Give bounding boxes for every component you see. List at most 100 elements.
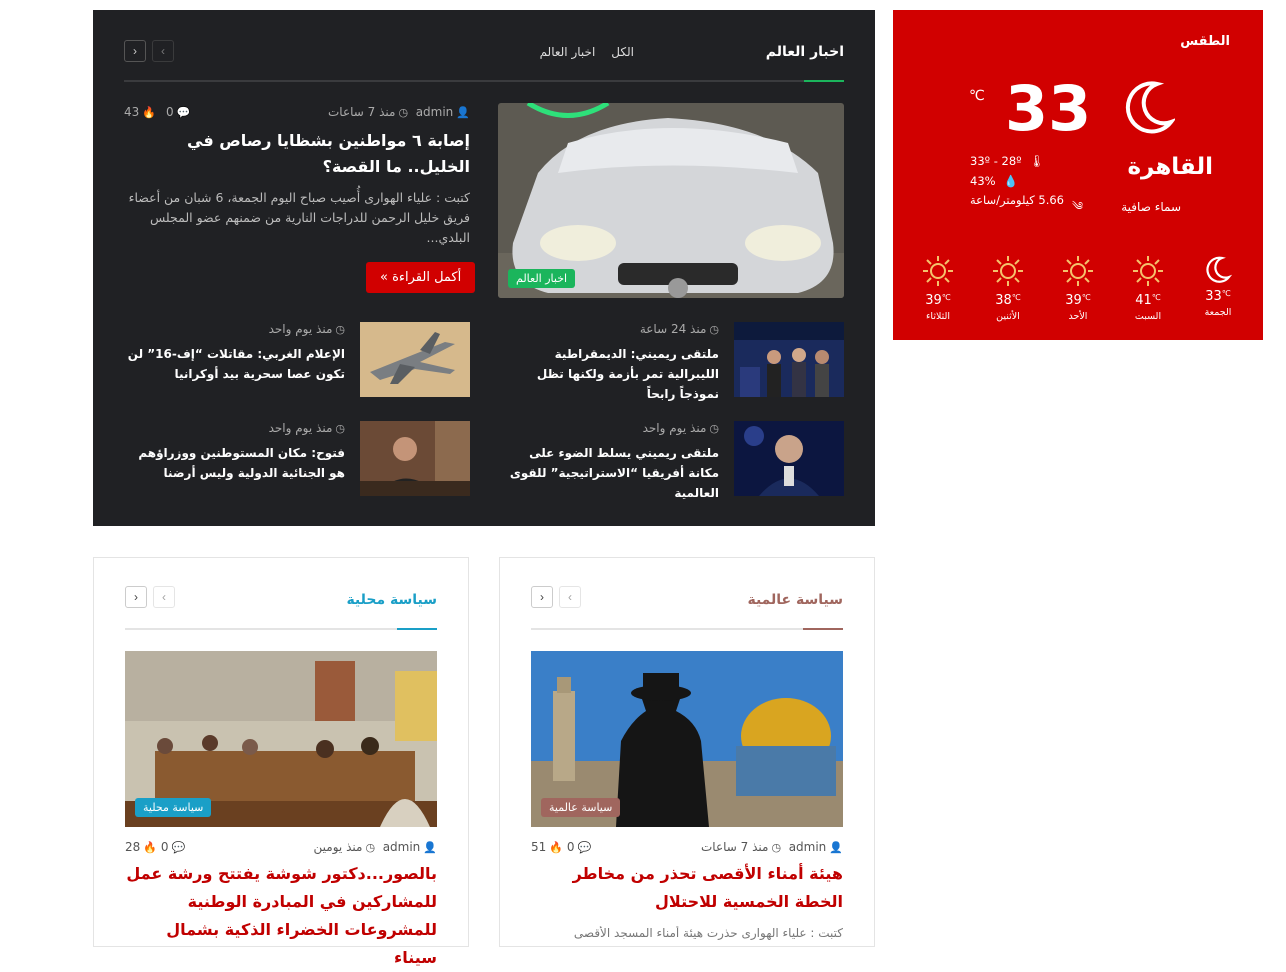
fire-icon: 🔥 xyxy=(549,841,563,854)
wind-icon: ༄ xyxy=(1071,199,1083,213)
world-news-header: اخبار العالم الكل اخبار العالم ‹ › xyxy=(124,38,844,82)
temp-unit: ℃ xyxy=(969,88,985,104)
article-thumbnail[interactable] xyxy=(734,322,844,397)
category-badge[interactable]: سياسة عالمية xyxy=(541,798,621,817)
article-thumbnail[interactable] xyxy=(734,421,844,496)
sun-icon xyxy=(1133,256,1163,286)
official-photo xyxy=(360,421,470,496)
featured-time: منذ 7 ساعات xyxy=(327,105,396,119)
prev-arrow-button[interactable]: ‹ xyxy=(153,586,175,608)
featured-comments[interactable]: 0 xyxy=(166,105,174,119)
next-arrow-button[interactable]: › xyxy=(531,586,553,608)
wind-speed: ༄ 5.66 كيلومتر/ساعة xyxy=(970,193,1083,226)
article-comments[interactable]: 0 xyxy=(161,840,169,854)
featured-views: 43 xyxy=(124,105,140,119)
clock-icon: ◷ xyxy=(335,323,345,336)
sun-icon xyxy=(993,256,1023,286)
temp-range: 🌡 33º - 28º xyxy=(970,154,1044,168)
clock-icon: ◷ xyxy=(771,841,782,854)
forecast-temp: 33 xyxy=(1205,289,1222,304)
article-time: منذ 7 ساعات xyxy=(700,840,769,854)
clock-icon: ◷ xyxy=(709,422,719,435)
card-header: سياسة محلية ‹ › xyxy=(125,584,437,630)
world-news-title[interactable]: اخبار العالم xyxy=(766,44,844,60)
item-time: ◷منذ يوم واحد xyxy=(269,322,345,336)
item-title[interactable]: فتوح: مكان المستوطنين ووزراؤهم هو الجنائ… xyxy=(126,443,345,483)
forecast-day-name: الأثنين xyxy=(996,311,1020,322)
article-author[interactable]: admin xyxy=(383,840,421,854)
list-item[interactable]: ◷منذ 24 ساعة ملتقى ريميني: الديمقراطية ا… xyxy=(500,322,844,401)
article-meta: 👤admin ◷منذ يومين 💬0 🔥28 xyxy=(125,840,437,854)
forecast-day-name: الأحد xyxy=(1068,311,1088,322)
featured-author[interactable]: admin xyxy=(416,105,454,119)
forecast-day-name: الثلاثاء xyxy=(925,311,951,322)
tab-all[interactable]: الكل xyxy=(611,45,634,59)
speaker-photo xyxy=(734,421,844,496)
article-meta: 👤admin ◷منذ 7 ساعات 💬0 🔥51 xyxy=(531,840,843,854)
city-name: القاهرة xyxy=(1127,154,1213,180)
article-excerpt: كتبت : علياء الهوارى حذرت هيئة أمناء الم… xyxy=(573,926,843,940)
wind-text: 5.66 كيلومتر/ساعة xyxy=(970,193,1064,207)
article-thumbnail[interactable] xyxy=(360,322,470,397)
world-politics-card: سياسة عالمية ‹ › سياسة عالمية 👤admin ◷من… xyxy=(499,557,875,947)
forecast-day-name: السبت xyxy=(1134,311,1162,322)
card-title[interactable]: سياسة عالمية xyxy=(747,592,843,608)
item-title[interactable]: الإعلام الغربي: مقاتلات “إف-16” لن تكون … xyxy=(126,344,345,384)
category-badge[interactable]: سياسة محلية xyxy=(135,798,212,817)
item-time-text: منذ يوم واحد xyxy=(642,421,707,435)
next-arrow-button[interactable]: › xyxy=(125,586,147,608)
item-title[interactable]: ملتقى ريميني يسلط الضوء على مكانة أفريقي… xyxy=(500,443,719,503)
card-title[interactable]: سياسة محلية xyxy=(346,592,437,608)
article-image[interactable]: سياسة محلية xyxy=(125,651,437,827)
featured-category-badge[interactable]: اخبار العالم xyxy=(508,269,576,288)
forecast-day: 39℃ الأحد xyxy=(1058,255,1098,322)
comment-icon: 💬 xyxy=(577,841,592,854)
forecast-unit: ℃ xyxy=(1221,289,1231,298)
clock-icon: ◷ xyxy=(335,422,345,435)
featured-article-image[interactable]: اخبار العالم xyxy=(498,103,844,298)
forecast-unit: ℃ xyxy=(1151,293,1161,302)
prev-arrow-button[interactable]: ‹ xyxy=(152,40,174,62)
temp-range-text: 33º - 28º xyxy=(970,154,1022,168)
item-title[interactable]: ملتقى ريميني: الديمقراطية الليبرالية تمر… xyxy=(500,344,719,404)
article-author[interactable]: admin xyxy=(789,840,827,854)
forecast-day-name: الجمعة xyxy=(1204,307,1232,318)
featured-meta: 👤admin ◷منذ 7 ساعات 💬0 🔥43 xyxy=(124,105,470,119)
humidity: 💧 43% xyxy=(970,174,1018,188)
droplet-icon: 💧 xyxy=(1003,174,1018,188)
comment-icon: 💬 xyxy=(171,841,186,854)
weather-widget: الطقس ℃ 33 القاهرة سماء صافية 🌡 33º - 28º… xyxy=(893,10,1263,340)
article-thumbnail[interactable] xyxy=(360,421,470,496)
article-comments[interactable]: 0 xyxy=(567,840,575,854)
current-temperature: 33 xyxy=(1005,72,1092,145)
featured-article-title[interactable]: إصابة ٦ مواطنين بشظايا رصاص في الخليل.. … xyxy=(124,128,470,180)
user-icon: 👤 xyxy=(829,841,843,854)
prev-arrow-button[interactable]: ‹ xyxy=(559,586,581,608)
clock-icon: ◷ xyxy=(398,106,409,119)
fire-icon: 🔥 xyxy=(143,841,157,854)
list-item[interactable]: ◷منذ يوم واحد ملتقى ريميني يسلط الضوء عل… xyxy=(500,421,844,500)
article-image[interactable]: سياسة عالمية xyxy=(531,651,843,827)
article-headline[interactable]: بالصور...دكتور شوشة يفتتح ورشة عمل للمشا… xyxy=(125,860,437,972)
moon-icon xyxy=(1206,256,1233,283)
jet-photo xyxy=(360,322,470,397)
card-header: سياسة عالمية ‹ › xyxy=(531,584,843,630)
article-headline[interactable]: هيئة أمناء الأقصى تحذر من مخاطر الخطة ال… xyxy=(531,860,843,916)
clock-icon: ◷ xyxy=(365,841,376,854)
weather-title: الطقس xyxy=(1180,34,1230,49)
world-news-block: اخبار العالم الكل اخبار العالم ‹ › اخبار… xyxy=(93,10,875,526)
local-politics-card: سياسة محلية ‹ › سياسة محلية 👤admin ◷منذ … xyxy=(93,557,469,967)
forecast-temp: 41 xyxy=(1135,293,1152,308)
tab-world-news[interactable]: اخبار العالم xyxy=(540,45,596,59)
list-item[interactable]: ◷منذ يوم واحد فتوح: مكان المستوطنين ووزر… xyxy=(126,421,470,497)
article-time: منذ يومين xyxy=(313,840,363,854)
list-item[interactable]: ◷منذ يوم واحد الإعلام الغربي: مقاتلات “إ… xyxy=(126,322,470,398)
read-more-button[interactable]: أكمل القراءة » xyxy=(366,262,476,293)
next-arrow-button[interactable]: › xyxy=(124,40,146,62)
item-time-text: منذ 24 ساعة xyxy=(639,322,707,336)
fire-icon: 🔥 xyxy=(142,106,156,119)
forecast-temp: 39 xyxy=(1065,293,1082,308)
sun-icon xyxy=(1063,256,1093,286)
item-time-text: منذ يوم واحد xyxy=(268,421,333,435)
article-stats: 💬0 🔥28 xyxy=(125,840,185,854)
